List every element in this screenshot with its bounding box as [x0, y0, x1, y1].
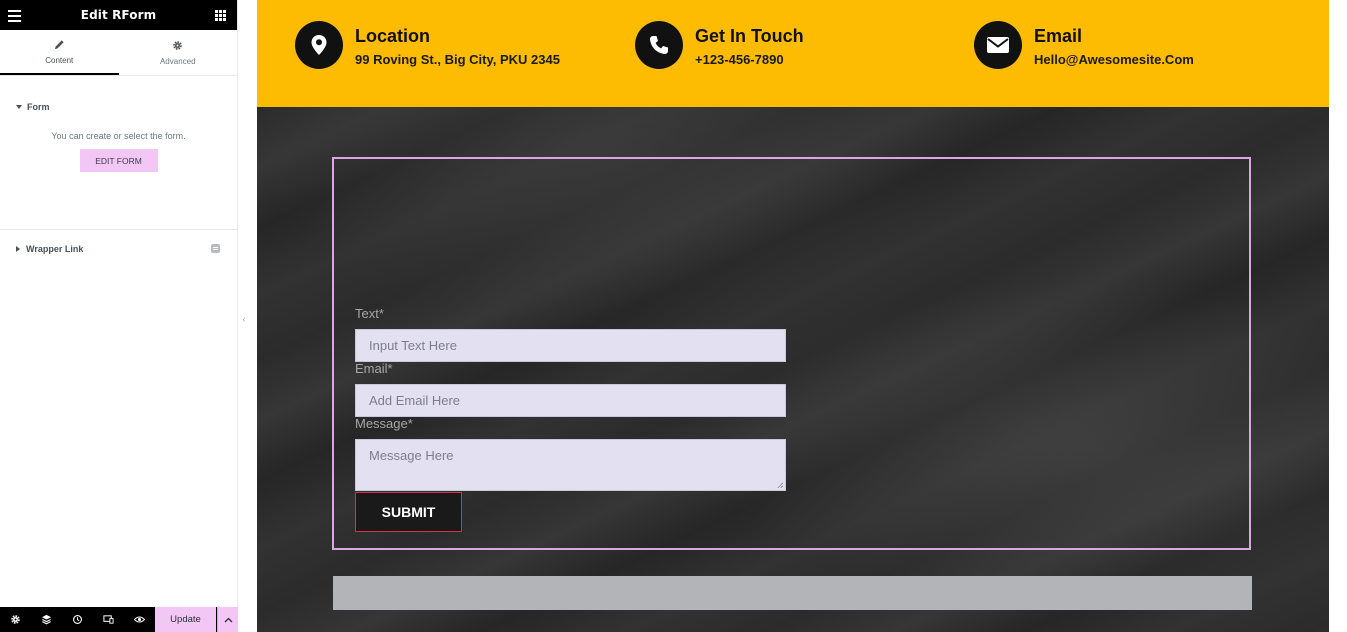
gear-icon — [173, 40, 183, 50]
tab-content-label: Content — [45, 55, 74, 65]
wrapper-link-toggle[interactable]: Wrapper Link — [0, 239, 237, 259]
tab-advanced[interactable]: Advanced — [119, 30, 238, 75]
contact-info-bar: Location 99 Roving St., Big City, PKU 23… — [257, 0, 1329, 107]
resize-handle-icon[interactable] — [777, 482, 783, 488]
panel-title: Edit RForm — [80, 8, 157, 22]
info-item-location: Location 99 Roving St., Big City, PKU 23… — [295, 21, 560, 69]
settings-icon[interactable] — [0, 607, 31, 632]
edit-form-button[interactable]: EDIT FORM — [79, 149, 158, 172]
email-title: Email — [1034, 26, 1083, 46]
collapse-panel-chevron-left-icon[interactable]: ‹ — [238, 305, 250, 333]
get-in-touch-title: Get In Touch — [695, 26, 804, 46]
form-section: Form You can create or select the form. … — [0, 97, 237, 172]
section-divider — [0, 229, 237, 230]
chevron-up-icon[interactable] — [217, 607, 238, 632]
tab-advanced-label: Advanced — [159, 56, 196, 66]
message-field-label: Message* — [355, 416, 413, 431]
form-background-section: Text* Input Text Here Email* Add Email H… — [257, 107, 1329, 632]
message-placeholder: Message Here — [369, 448, 454, 463]
text-input[interactable]: Input Text Here — [355, 329, 786, 362]
location-title: Location — [355, 26, 430, 46]
form-section-toggle[interactable]: Form — [0, 97, 237, 117]
info-item-phone: Get In Touch +123-456-7890 — [635, 21, 804, 69]
phone-value: +123-456-7890 — [695, 52, 784, 67]
wrapper-link-section: Wrapper Link — [0, 239, 237, 259]
text-field-label: Text* — [355, 306, 384, 321]
panel-header: Edit RForm — [0, 0, 237, 30]
preview-eye-icon[interactable] — [124, 607, 155, 632]
editor-panel: Edit RForm Content Advanced Form You can… — [0, 0, 238, 632]
email-value: Hello@Awesomesite.Com — [1034, 52, 1194, 67]
caret-right-icon — [16, 246, 20, 252]
message-textarea[interactable]: Message Here — [355, 439, 786, 491]
history-icon[interactable] — [62, 607, 93, 632]
email-field-label: Email* — [355, 361, 393, 376]
rform-widget[interactable]: Text* Input Text Here Email* Add Email H… — [332, 157, 1251, 550]
envelope-icon — [974, 21, 1022, 69]
submit-button[interactable]: SUBMIT — [355, 492, 462, 532]
panel-footer: Update — [0, 607, 238, 632]
update-button[interactable]: Update — [155, 607, 216, 632]
info-item-email: Email Hello@Awesomesite.Com — [974, 21, 1194, 69]
preview-canvas: Location 99 Roving St., Big City, PKU 23… — [257, 0, 1329, 632]
email-input[interactable]: Add Email Here — [355, 384, 786, 417]
location-value: 99 Roving St., Big City, PKU 2345 — [355, 52, 560, 67]
dynamic-tag-icon[interactable] — [211, 244, 220, 253]
responsive-mode-icon[interactable] — [93, 607, 124, 632]
empty-section-placeholder[interactable] — [333, 576, 1252, 610]
form-section-title: Form — [27, 102, 50, 112]
form-description: You can create or select the form. — [51, 131, 186, 141]
wrapper-link-title: Wrapper Link — [26, 244, 84, 254]
layers-icon[interactable] — [31, 607, 62, 632]
widgets-grid-icon[interactable] — [215, 10, 226, 21]
tab-content[interactable]: Content — [0, 30, 119, 75]
map-pin-icon — [295, 21, 343, 69]
hamburger-menu-icon[interactable] — [8, 10, 21, 25]
pencil-icon — [54, 39, 64, 49]
caret-down-icon — [16, 105, 22, 109]
phone-icon — [635, 21, 683, 69]
panel-tabs: Content Advanced — [0, 30, 237, 76]
